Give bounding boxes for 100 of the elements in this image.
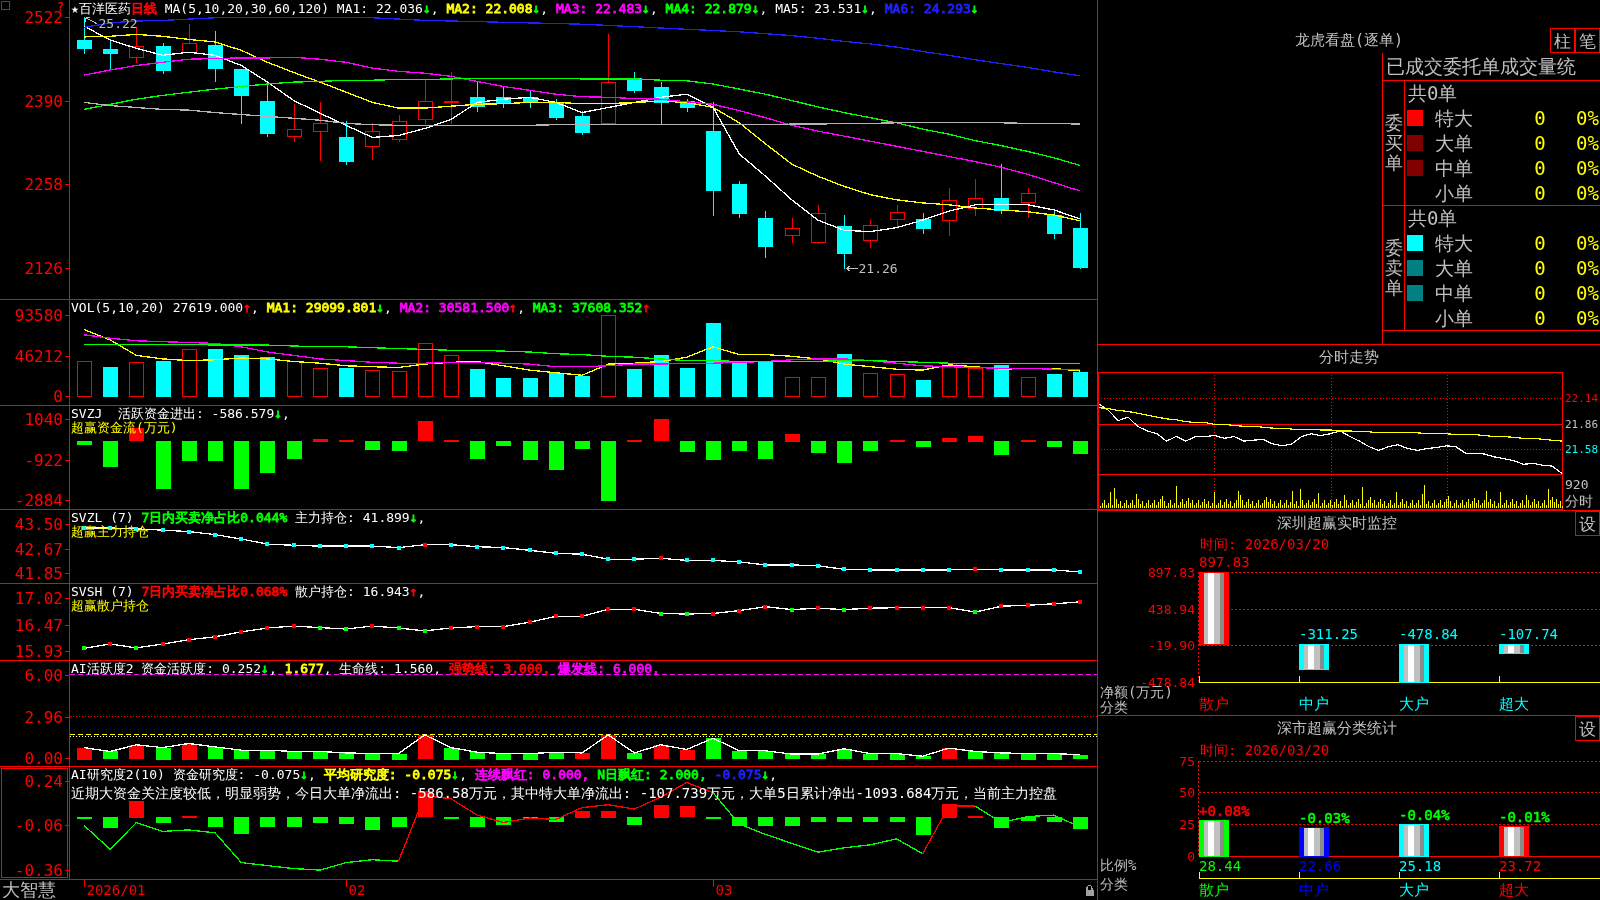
table-title: 已成交委托单成交量统 [1383, 53, 1600, 81]
axis-label: 42.67 [14, 540, 63, 559]
group-label: 委买单 [1384, 113, 1403, 173]
axis-label: 75 [1179, 754, 1195, 769]
axis-label: 0.00 [24, 749, 63, 766]
axis-label: 2126 [24, 259, 63, 278]
row-label: 中单 [1434, 156, 1474, 179]
change-label: -0.03% [1299, 810, 1350, 826]
axis-title: 比例% [1100, 857, 1137, 873]
axis-label: 15.93 [14, 642, 63, 660]
row-label: 特大 [1434, 106, 1474, 129]
date-label: 03 [715, 882, 733, 898]
percent-value: 0% [1575, 256, 1600, 279]
indicator-legend: AI活跃度2 资金活跃度: 0.252↓, 1.677, 生命线: 1.560, 强势线: 3.000, 爆发线: 6.000, [71, 661, 660, 676]
axis-label: -922 [24, 451, 63, 470]
panel-title: 深圳超赢实时监控 [1275, 513, 1398, 534]
date-label: 02 [348, 882, 366, 898]
row-label: 小单 [1434, 181, 1474, 204]
count-value: 0 [1533, 281, 1547, 304]
axis-label: 43.50 [14, 515, 63, 534]
axis-label: 25 [1179, 817, 1195, 832]
axis-label: 21.86 [1565, 418, 1599, 431]
panel-title: 龙虎看盘(逐单) [1294, 30, 1404, 52]
row-label: 特大 [1434, 231, 1474, 254]
row-label: 大单 [1434, 256, 1474, 279]
change-label: -0.04% [1399, 806, 1450, 823]
category-label: 超大 [1499, 695, 1529, 713]
axis-label: 0.24 [24, 772, 63, 791]
count-value: 0 [1533, 156, 1547, 179]
change-label: +0.08% [1199, 802, 1250, 819]
total-label: 共0单 [1407, 81, 1459, 105]
axis-label: -2884 [14, 491, 63, 509]
axis-label: -0.36 [14, 861, 63, 880]
axis-label: 2258 [24, 175, 63, 194]
axis-title: 分类 [1100, 876, 1128, 892]
axis-label: 438.94 [1148, 602, 1195, 617]
axis-label: 93580 [14, 306, 63, 325]
axis-label: 17.02 [14, 589, 63, 608]
category-label: 超大 [1499, 881, 1529, 899]
indicator-legend: VOL(5,10,20) 27619.000↑, MA1: 29099.801↓, MA2: 30581.500↑, MA3: 37608.352↑ [71, 300, 651, 315]
axis-title: 分类 [1100, 699, 1128, 715]
percent-value: 0% [1575, 106, 1600, 129]
percent-value: 0% [1575, 181, 1600, 204]
axis-label: 920 [1565, 476, 1589, 492]
count-value: 0 [1533, 231, 1547, 254]
category-label: 散户 [1199, 695, 1229, 713]
axis-label: 1040 [24, 410, 63, 429]
value-label: -478.84 [1399, 625, 1458, 642]
timestamp-label: 时间: 2026/03/20 [1200, 536, 1330, 552]
category-label: 散户 [1199, 881, 1229, 899]
axis-label: 2.96 [24, 708, 63, 727]
count-value: 0 [1533, 131, 1547, 154]
percent-value: 0% [1575, 231, 1600, 254]
axis-label: -19.90 [1148, 638, 1195, 653]
axis-label: 6.00 [24, 666, 63, 685]
axis-label: 16.47 [14, 616, 63, 635]
axis-label: 46212 [14, 347, 63, 366]
value-label: 25.18 [1399, 858, 1442, 874]
value-label: 897.83 [1199, 554, 1250, 570]
total-label: 共0单 [1407, 206, 1459, 230]
percent-value: 0% [1575, 281, 1600, 304]
axis-label: 0 [53, 387, 63, 405]
category-label: 大户 [1399, 881, 1429, 899]
axis-label: -0.06 [14, 816, 63, 835]
indicator-caption: 超赢散户持仓 [71, 598, 149, 613]
category-label: 大户 [1399, 695, 1429, 713]
indicator-legend: AI研究度2(10) 资金研究度: -0.075↓, 平均研究度: -0.075↓, 连续飘红: 0.000, N日飘红: 2.000, -0.075↓, [71, 767, 778, 782]
axis-label: 897.83 [1148, 565, 1195, 580]
axis-label: 41.85 [14, 564, 63, 583]
axis-label: 2390 [24, 92, 63, 111]
timestamp-label: 时间: 2026/03/20 [1200, 742, 1330, 758]
indicator-caption: 超赢资金流(万元) [71, 420, 178, 435]
count-value: 0 [1533, 306, 1547, 329]
value-label: -107.74 [1499, 625, 1558, 642]
percent-value: 0% [1575, 306, 1600, 329]
panel-title: 分时走势 [1318, 347, 1380, 368]
count-value: 0 [1533, 181, 1547, 204]
value-label: 23.72 [1499, 858, 1542, 874]
percent-value: 0% [1575, 156, 1600, 179]
count-value: 0 [1533, 106, 1547, 129]
indicator-legend: SVZL (7) 7日内买卖净占比0.044% 主力持仓: 41.899↓, [71, 510, 426, 525]
row-label: 小单 [1434, 306, 1474, 329]
category-label: 中户 [1299, 881, 1329, 899]
category-label: 中户 [1299, 695, 1329, 713]
date-label: 2026/01 [86, 882, 146, 898]
axis-label: 21.58 [1565, 443, 1599, 456]
indicator-legend: SVSH (7) 7日内买卖净占比0.068% 散户持仓: 16.943↑, [71, 584, 426, 599]
count-value: 0 [1533, 256, 1547, 279]
axis-label: 22.14 [1565, 392, 1599, 405]
value-label: 22.66 [1299, 858, 1342, 874]
group-label: 委卖单 [1384, 238, 1403, 298]
axis-label: 50 [1179, 785, 1195, 800]
percent-value: 0% [1575, 131, 1600, 154]
app-name: 大智慧 [2, 880, 56, 900]
value-label: -311.25 [1299, 625, 1358, 642]
panel-title: 深市超赢分类统计 [1275, 718, 1398, 739]
axis-label: 0 [1187, 849, 1195, 864]
row-label: 中单 [1434, 281, 1474, 304]
indicator-legend: ★百洋医药日线 MA(5,10,20,30,60,120) MA1: 22.036↓, MA2: 22.008↓, MA3: 22.483↓, MA4: 22.879↓, MA5: 23.531↓, MA6: 24.293↓ [71, 1, 979, 16]
value-label: 28.44 [1199, 858, 1242, 874]
